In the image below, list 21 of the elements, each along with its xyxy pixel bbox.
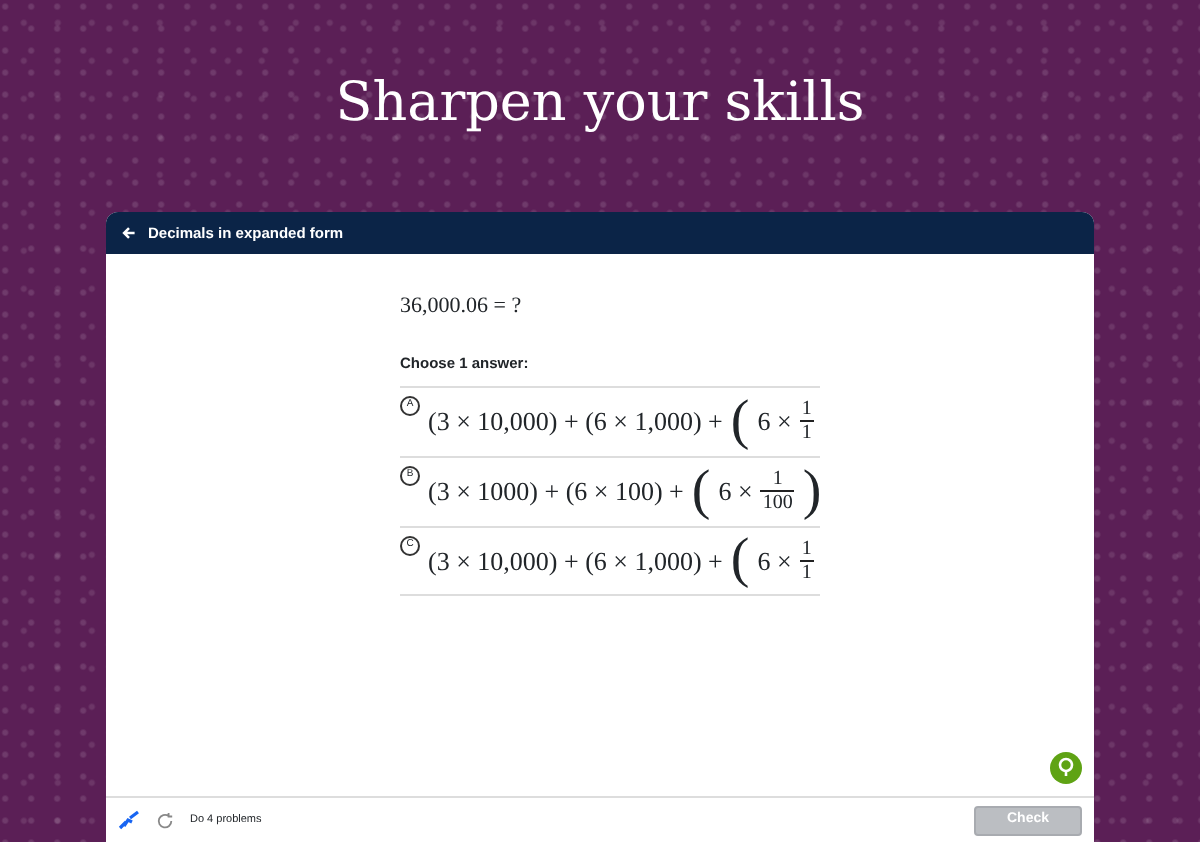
math-expression: 6 ×	[757, 543, 792, 579]
fraction-numerator: 1	[801, 537, 812, 560]
page-heading: Sharpen your skills	[333, 70, 867, 138]
fraction-numerator: 1	[801, 398, 812, 421]
parenthesis: (	[691, 463, 711, 520]
fraction-denominator: 1	[799, 420, 814, 445]
fraction-numerator: 1	[772, 468, 783, 491]
refresh-icon[interactable]	[156, 811, 174, 829]
parenthesis: (	[730, 393, 750, 450]
parenthesis: (	[730, 532, 750, 589]
fraction-denominator: 100	[760, 490, 795, 515]
math-expression: (3 × 10,000) + (6 × 1,000) +	[428, 404, 723, 440]
fraction-denominator: 1	[799, 559, 814, 584]
math-expression: (3 × 1000) + (6 × 100) +	[428, 474, 684, 510]
hint-icon[interactable]	[1050, 752, 1082, 784]
math-expression: 6 ×	[718, 474, 753, 510]
math-expression: 6 ×	[757, 404, 792, 440]
parenthesis: )	[802, 463, 820, 520]
question-text: 36,000.06 = ?	[400, 292, 524, 322]
back-arrow-icon[interactable]	[122, 226, 136, 240]
math-expression: (3 × 10,000) + (6 × 1,000) +	[428, 543, 723, 580]
